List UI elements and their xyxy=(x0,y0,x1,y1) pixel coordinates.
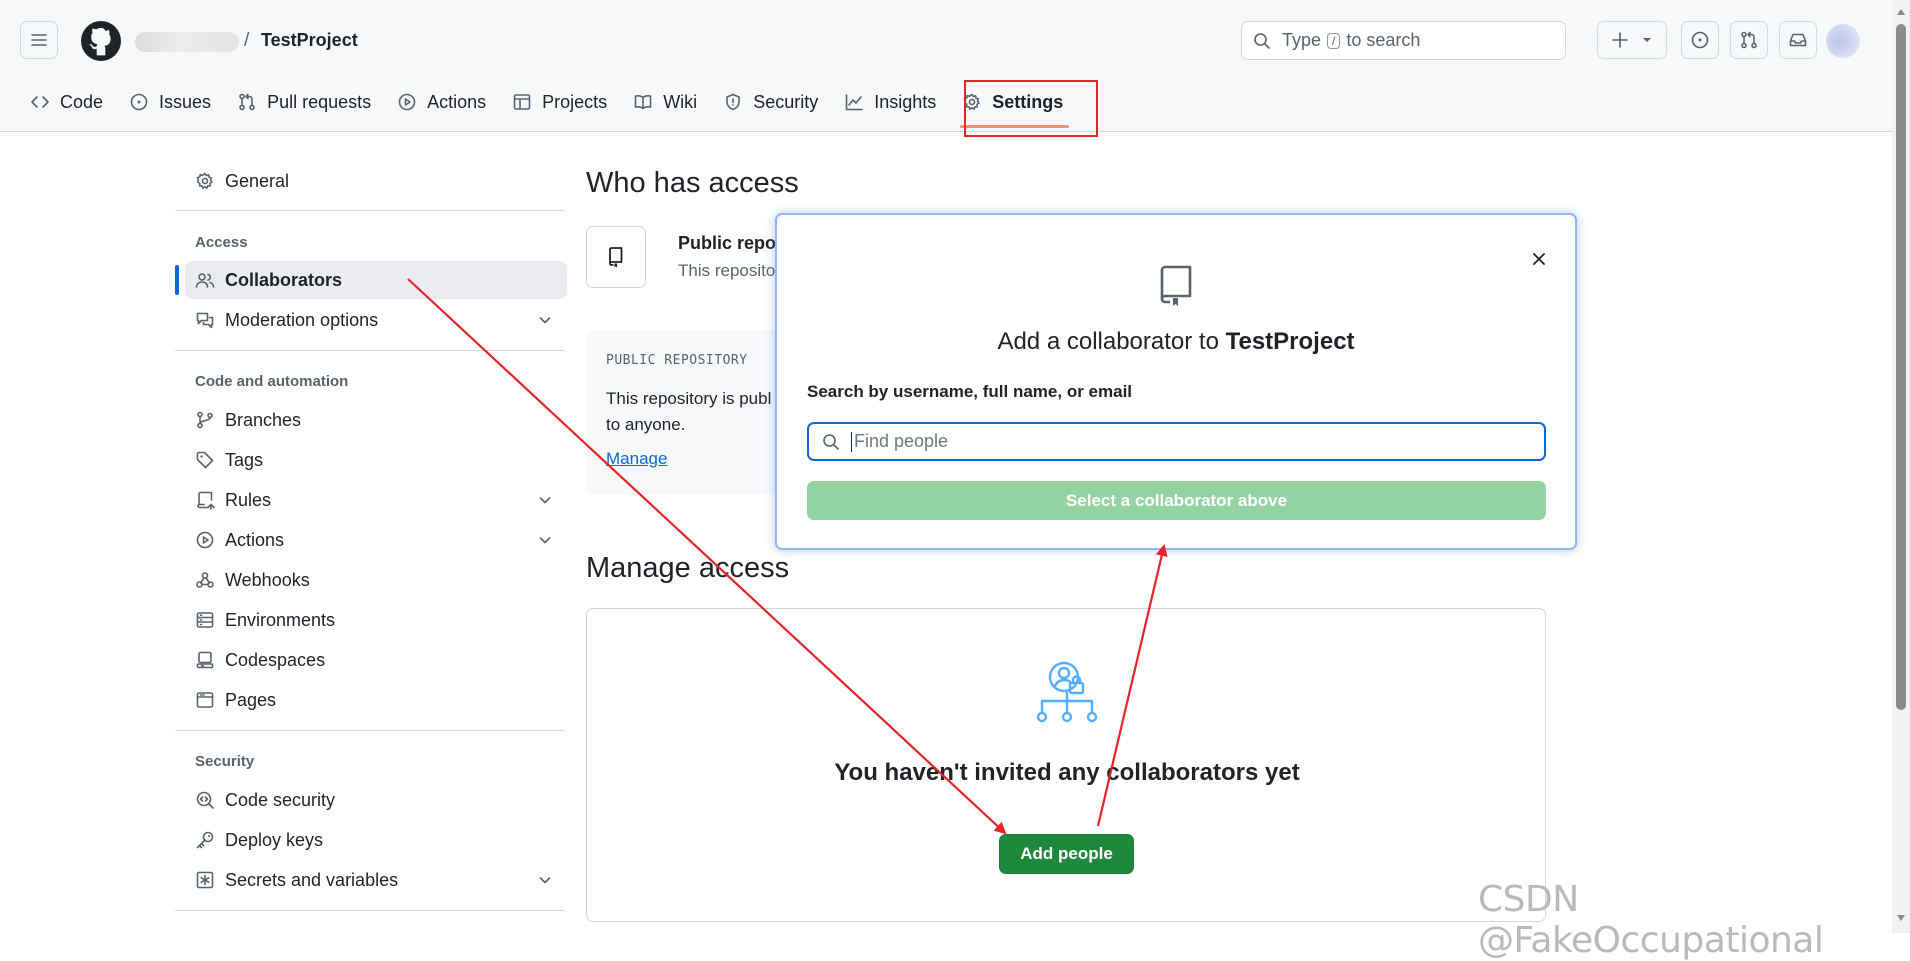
page-scrollbar[interactable] xyxy=(1892,0,1910,933)
annotation-arrow-collaborators-to-add-people xyxy=(407,278,1007,835)
scrollbar-thumb[interactable] xyxy=(1896,24,1906,710)
scroll-up-arrow-icon[interactable] xyxy=(1896,8,1906,16)
watermark: CSDN @FakeOccupational xyxy=(1478,879,1824,961)
annotation-arrow-add-people-to-dialog xyxy=(1096,544,1168,827)
annotation-arrows xyxy=(407,278,1168,835)
